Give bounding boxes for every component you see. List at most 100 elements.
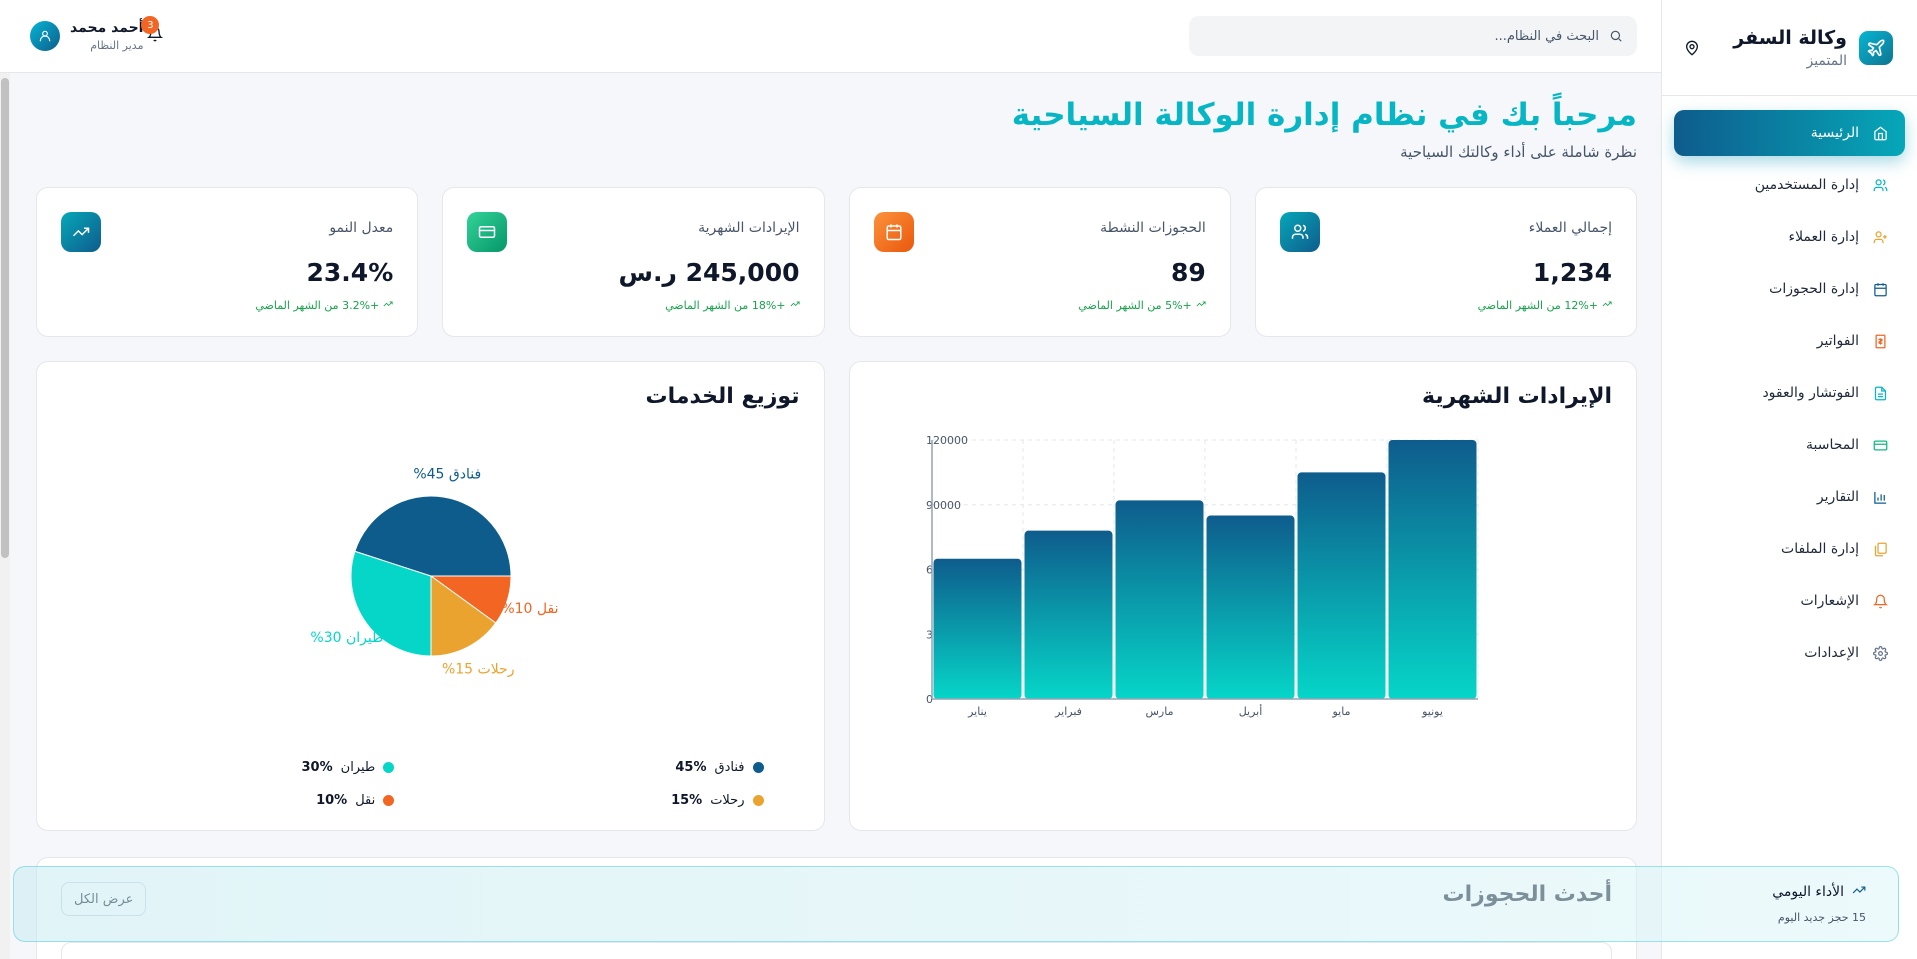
- legend-value: 45%: [675, 760, 707, 775]
- main-content: مرحباً بك في نظام إدارة الوكالة السياحية…: [10, 73, 1661, 959]
- pie-label: نقل 10%: [501, 601, 558, 617]
- brand: وكالة السفر المتميز: [1662, 0, 1917, 96]
- legend-item: طيران 30%: [61, 760, 430, 775]
- services-chart-card: توزيع الخدمات نقل 10% رحلات 15% طيران 30% ف…: [36, 361, 825, 831]
- legend-dot: [752, 795, 764, 806]
- trending-up-icon: [61, 212, 101, 252]
- credit-card-icon: [467, 212, 508, 252]
- pie-label: فنادق 45%: [413, 466, 481, 482]
- charts-row: الإيرادات الشهرية 0300006000090000120000…: [36, 361, 1637, 831]
- legend-label: رحلات: [710, 793, 745, 808]
- bar[interactable]: [1024, 530, 1112, 699]
- sidebar-item-files[interactable]: إدارة الملفات: [1674, 526, 1905, 572]
- stat-change-text: +5% من الشهر الماضي: [1078, 299, 1192, 312]
- stat-change: +12% من الشهر الماضي: [1280, 299, 1612, 312]
- scrollbar-thumb[interactable]: [1, 78, 9, 558]
- view-all-button[interactable]: عرض الكل: [61, 882, 147, 916]
- sidebar-item-reports[interactable]: التقارير: [1674, 474, 1905, 520]
- sidebar-item-label: الفوتشار والعقود: [1762, 385, 1859, 401]
- stat-card-bookings: الحجوزات النشطة 89 +5% من الشهر الماضي: [848, 187, 1231, 337]
- x-tick-label: يونيو: [1421, 705, 1443, 718]
- sidebar-item-accounting[interactable]: المحاسبة: [1674, 422, 1905, 468]
- legend-dot: [383, 795, 395, 806]
- stat-value: 1,234: [1532, 258, 1612, 287]
- sidebar-nav: الرئيسية إدارة المستخدمين إدارة العملاء …: [1662, 96, 1917, 676]
- stat-change-text: +12% من الشهر الماضي: [1477, 299, 1598, 312]
- page-subtitle: نظرة شاملة على أداء وكالتك السياحية: [1400, 143, 1637, 161]
- page-title: مرحباً بك في نظام إدارة الوكالة السياحية: [1011, 97, 1637, 133]
- stat-change: +18% من الشهر الماضي: [467, 299, 800, 312]
- sidebar-item-label: إدارة الملفات: [1781, 541, 1859, 557]
- x-tick-label: مايو: [1331, 705, 1350, 718]
- bar-chart-icon: [1871, 488, 1889, 506]
- user-info[interactable]: أحمد محمد مدير النظام: [70, 20, 143, 52]
- sidebar-item-clients[interactable]: إدارة العملاء: [1674, 214, 1905, 260]
- stat-card-clients: إجمالي العملاء 1,234 +12% من الشهر الماض…: [1254, 187, 1637, 337]
- home-icon: [1871, 124, 1889, 142]
- bar[interactable]: [1206, 515, 1294, 699]
- legend-value: 10%: [316, 793, 348, 808]
- sidebar-item-settings[interactable]: الإعدادات: [1674, 630, 1905, 676]
- search-input[interactable]: [1201, 28, 1599, 44]
- chart-title: توزيع الخدمات: [645, 384, 800, 409]
- stats-row: إجمالي العملاء 1,234 +12% من الشهر الماض…: [36, 187, 1637, 337]
- sidebar-item-label: المحاسبة: [1805, 437, 1859, 453]
- user-icon: [39, 30, 51, 42]
- calendar-icon: [873, 212, 914, 252]
- sidebar-item-label: الفواتير: [1816, 333, 1859, 349]
- x-tick-label: مارس: [1145, 705, 1173, 718]
- notifications-button[interactable]: 3: [141, 16, 167, 48]
- sidebar-item-label: إدارة الحجوزات: [1769, 281, 1859, 297]
- files-icon: [1871, 540, 1889, 558]
- sidebar-item-notifications[interactable]: الإشعارات: [1674, 578, 1905, 624]
- gear-icon: [1871, 644, 1889, 662]
- sidebar-item-bookings[interactable]: إدارة الحجوزات: [1674, 266, 1905, 312]
- services-pie-chart: نقل 10% رحلات 15% طيران 30% فنادق 45%: [310, 466, 558, 678]
- stat-value: 89: [1170, 258, 1206, 287]
- pie-label: رحلات 15%: [442, 662, 515, 678]
- brand-subtitle: المتميز: [1806, 52, 1847, 69]
- bar[interactable]: [1115, 500, 1203, 699]
- user-role: مدير النظام: [90, 39, 144, 52]
- stat-label: الحجوزات النشطة: [1100, 220, 1206, 236]
- stat-label: معدل النمو: [329, 220, 394, 236]
- plane-logo-icon: [1859, 30, 1893, 65]
- recent-bookings-table: [61, 942, 1612, 959]
- pie-legend: فنادق 45% طيران 30% رحلات 15% نقل 10%: [37, 760, 824, 808]
- bar[interactable]: [1388, 440, 1476, 699]
- stat-label: الإيرادات الشهرية: [698, 220, 800, 236]
- stat-change-text: +3.2% من الشهر الماضي: [255, 299, 380, 312]
- trending-up-icon: [383, 299, 393, 312]
- document-icon: [1871, 384, 1889, 402]
- revenue-bar-chart: 0300006000090000120000ينايرفبرايرمارسأبر…: [926, 434, 1478, 718]
- legend-label: نقل: [355, 793, 376, 808]
- map-pin-icon[interactable]: [1682, 38, 1702, 58]
- legend-dot: [752, 762, 764, 773]
- brand-name: وكالة السفر: [1733, 26, 1847, 49]
- avatar[interactable]: [30, 21, 60, 51]
- sidebar-item-vouchers[interactable]: الفوتشار والعقود: [1674, 370, 1905, 416]
- sidebar-item-label: إدارة المستخدمين: [1754, 177, 1859, 193]
- stat-card-revenue: الإيرادات الشهرية 245,000 ر.س +18% من ال…: [442, 187, 825, 337]
- sidebar: وكالة السفر المتميز الرئيسية إدارة المست…: [1661, 0, 1917, 959]
- top-header: 3 أحمد محمد مدير النظام: [0, 0, 1661, 73]
- sidebar-item-invoices[interactable]: الفواتير: [1674, 318, 1905, 364]
- legend-item: نقل 10%: [61, 793, 430, 808]
- calendar-icon: [1871, 280, 1889, 298]
- recent-bookings-card: أحدث الحجوزات عرض الكل: [36, 857, 1637, 959]
- search-box[interactable]: [1189, 16, 1637, 56]
- bar[interactable]: [933, 558, 1021, 699]
- legend-value: 15%: [671, 793, 703, 808]
- users-icon: [1279, 212, 1320, 252]
- sidebar-item-label: إدارة العملاء: [1788, 229, 1860, 245]
- bar[interactable]: [1297, 472, 1385, 699]
- legend-item: رحلات 15%: [430, 793, 799, 808]
- x-tick-label: فبراير: [1054, 705, 1082, 718]
- user-plus-icon: [1871, 228, 1889, 246]
- sidebar-item-users[interactable]: إدارة المستخدمين: [1674, 162, 1905, 208]
- stat-change: +5% من الشهر الماضي: [874, 299, 1206, 312]
- sidebar-item-home[interactable]: الرئيسية: [1674, 110, 1905, 156]
- stat-card-growth: معدل النمو 23.4% +3.2% من الشهر الماضي: [36, 187, 419, 337]
- x-tick-label: يناير: [967, 705, 987, 718]
- bell-icon: [1871, 592, 1889, 610]
